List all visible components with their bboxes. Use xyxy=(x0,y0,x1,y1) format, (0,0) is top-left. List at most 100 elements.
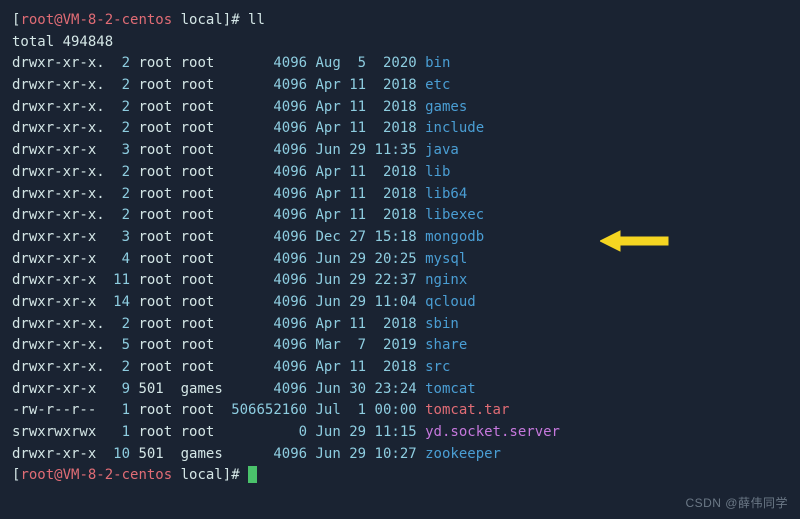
time: 2018 xyxy=(375,99,417,115)
day: 11 xyxy=(349,359,366,375)
list-item: drwxr-xr-x. 2 root root 4096 Apr 11 2018… xyxy=(12,75,788,97)
links: 10 xyxy=(105,446,130,462)
list-item: drwxr-xr-x 3 root root 4096 Jun 29 11:35… xyxy=(12,140,788,162)
name: sbin xyxy=(425,316,459,332)
list-item: drwxr-xr-x. 2 root root 4096 Apr 11 2018… xyxy=(12,118,788,140)
day: 29 xyxy=(349,251,366,267)
owner: root xyxy=(138,120,172,136)
cursor-icon xyxy=(248,466,257,483)
list-item: -rw-r--r-- 1 root root 506652160 Jul 1 0… xyxy=(12,400,788,422)
name: mongodb xyxy=(425,229,484,245)
day: 29 xyxy=(349,424,366,440)
month: Apr xyxy=(316,359,341,375)
perms: drwxr-xr-x. xyxy=(12,55,105,71)
month: Mar xyxy=(316,337,341,353)
time: 2018 xyxy=(375,164,417,180)
links: 2 xyxy=(105,99,130,115)
owner: root xyxy=(138,77,172,93)
perms: drwxr-xr-x xyxy=(12,294,105,310)
day: 11 xyxy=(349,120,366,136)
time: 2018 xyxy=(375,77,417,93)
name: mysql xyxy=(425,251,467,267)
links: 1 xyxy=(105,424,130,440)
month: Jun xyxy=(316,272,341,288)
list-item: drwxr-xr-x 11 root root 4096 Jun 29 22:3… xyxy=(12,270,788,292)
month: Jun xyxy=(316,294,341,310)
group: root xyxy=(181,207,223,223)
owner: root xyxy=(138,207,172,223)
perms: -rw-r--r-- xyxy=(12,402,105,418)
perms: drwxr-xr-x. xyxy=(12,359,105,375)
group: root xyxy=(181,120,223,136)
group: root xyxy=(181,142,223,158)
name: include xyxy=(425,120,484,136)
group: root xyxy=(181,294,223,310)
month: Apr xyxy=(316,120,341,136)
size: 4096 xyxy=(223,381,307,397)
cwd: local xyxy=(181,12,223,28)
total-line: total 494848 xyxy=(12,32,788,54)
group: root xyxy=(181,316,223,332)
perms: drwxr-xr-x. xyxy=(12,99,105,115)
size: 4096 xyxy=(223,142,307,158)
list-item: drwxr-xr-x 3 root root 4096 Dec 27 15:18… xyxy=(12,227,788,249)
owner: root xyxy=(138,316,172,332)
links: 2 xyxy=(105,120,130,136)
size: 4096 xyxy=(223,229,307,245)
day: 29 xyxy=(349,446,366,462)
perms: drwxr-xr-x. xyxy=(12,186,105,202)
list-item: drwxr-xr-x. 2 root root 4096 Apr 11 2018… xyxy=(12,314,788,336)
list-item: drwxr-xr-x. 2 root root 4096 Apr 11 2018… xyxy=(12,162,788,184)
list-item: drwxr-xr-x. 2 root root 4096 Apr 11 2018… xyxy=(12,357,788,379)
command: ll xyxy=(248,12,265,28)
group: root xyxy=(181,229,223,245)
perms: drwxr-xr-x. xyxy=(12,120,105,136)
user-host: root@VM-8-2-centos xyxy=(20,12,172,28)
size: 506652160 xyxy=(223,402,307,418)
name: nginx xyxy=(425,272,467,288)
group: games xyxy=(181,446,223,462)
perms: drwxr-xr-x xyxy=(12,381,105,397)
links: 11 xyxy=(105,272,130,288)
month: Aug xyxy=(316,55,341,71)
month: Jun xyxy=(316,251,341,267)
links: 2 xyxy=(105,55,130,71)
day: 27 xyxy=(349,229,366,245)
group: root xyxy=(181,359,223,375)
list-item: srwxrwxrwx 1 root root 0 Jun 29 11:15 yd… xyxy=(12,422,788,444)
day: 29 xyxy=(349,272,366,288)
prompt-line[interactable]: [root@VM-8-2-centos local]# xyxy=(12,465,788,487)
name: java xyxy=(425,142,459,158)
name: src xyxy=(425,359,450,375)
size: 4096 xyxy=(223,316,307,332)
time: 2018 xyxy=(375,207,417,223)
size: 4096 xyxy=(223,77,307,93)
day: 30 xyxy=(349,381,366,397)
owner: 501 xyxy=(138,446,172,462)
time: 2018 xyxy=(375,359,417,375)
perms: drwxr-xr-x. xyxy=(12,316,105,332)
owner: root xyxy=(138,164,172,180)
perms: drwxr-xr-x. xyxy=(12,337,105,353)
size: 4096 xyxy=(223,294,307,310)
month: Jun xyxy=(316,446,341,462)
owner: 501 xyxy=(138,381,172,397)
month: Apr xyxy=(316,316,341,332)
name: etc xyxy=(425,77,450,93)
month: Jun xyxy=(316,142,341,158)
owner: root xyxy=(138,337,172,353)
size: 4096 xyxy=(223,359,307,375)
perms: drwxr-xr-x xyxy=(12,229,105,245)
owner: root xyxy=(138,229,172,245)
owner: root xyxy=(138,251,172,267)
name: games xyxy=(425,99,467,115)
group: root xyxy=(181,99,223,115)
time: 23:24 xyxy=(375,381,417,397)
group: root xyxy=(181,424,223,440)
terminal-output: [root@VM-8-2-centos local]# lltotal 4948… xyxy=(12,10,788,487)
owner: root xyxy=(138,359,172,375)
name: qcloud xyxy=(425,294,476,310)
prompt-line[interactable]: [root@VM-8-2-centos local]# ll xyxy=(12,10,788,32)
size: 0 xyxy=(223,424,307,440)
links: 1 xyxy=(105,402,130,418)
